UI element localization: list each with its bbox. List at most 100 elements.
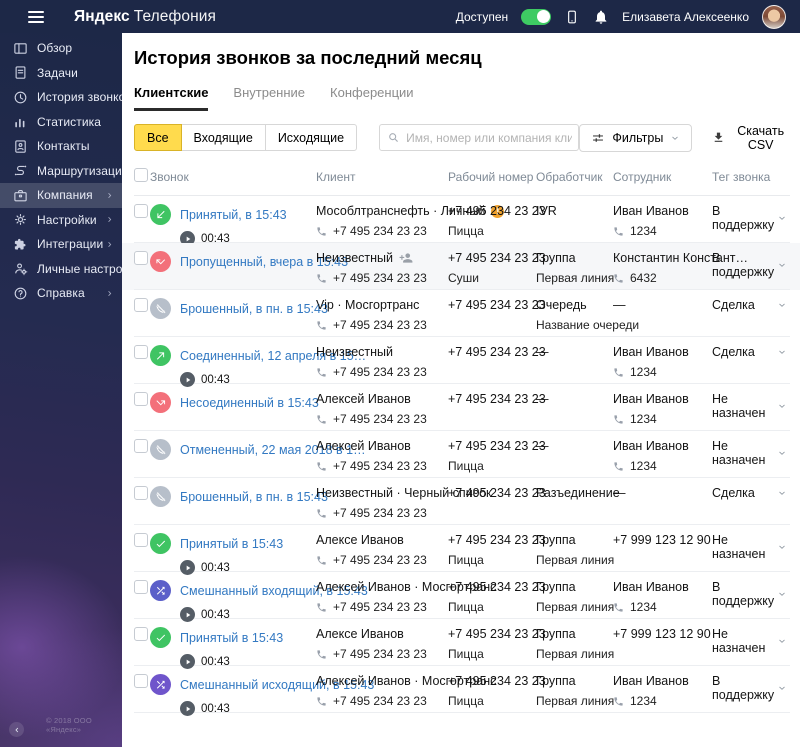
tab-internal[interactable]: Внутренние	[233, 85, 305, 111]
tag-value: В поддержку	[712, 580, 775, 608]
row-checkbox[interactable]	[134, 439, 148, 453]
sidebar-item-settings[interactable]: Настройки	[0, 208, 122, 233]
notifications-bell-icon[interactable]	[593, 9, 609, 25]
sidebar-item-label: Контакты	[37, 139, 90, 154]
puzzle-icon	[13, 237, 28, 252]
logo[interactable]: Яндекс Телефония	[74, 8, 216, 26]
sidebar-item-personal-settings[interactable]: Личные настройки	[0, 257, 122, 282]
employee-extension: 1234	[630, 365, 657, 379]
tag-dropdown[interactable]: В поддержку	[712, 251, 790, 279]
help-icon	[13, 286, 28, 301]
client-name: Алексе Иванов	[316, 627, 404, 641]
routing-icon	[13, 163, 28, 178]
sidebar-item-tasks[interactable]: Задачи	[0, 61, 122, 86]
filters-button[interactable]: Фильтры	[579, 123, 693, 152]
sidebar-item-company[interactable]: Компания	[0, 183, 122, 208]
segment-button[interactable]: Исходящие	[264, 124, 358, 151]
client-phone: +7 495 234 23 23	[333, 694, 427, 708]
row-checkbox[interactable]	[134, 674, 148, 688]
row-checkbox[interactable]	[134, 251, 148, 265]
main-content: История звонков за последний месяц Клиен…	[122, 33, 800, 747]
check-icon	[150, 627, 171, 648]
work-number: +7 495 234 23 23	[448, 580, 546, 594]
row-checkbox[interactable]	[134, 392, 148, 406]
collapse-sidebar-button[interactable]	[9, 722, 24, 737]
avatar[interactable]	[762, 4, 786, 29]
user-name[interactable]: Елизавета Алексеенко	[622, 10, 749, 24]
row-checkbox[interactable]	[134, 533, 148, 547]
tag-dropdown[interactable]: Не назначен	[712, 439, 790, 467]
tag-dropdown[interactable]: В поддержку	[712, 204, 790, 232]
table-row: Брошенный, в пн. в 15:43 Vip · Мосгортра…	[134, 290, 790, 337]
row-checkbox[interactable]	[134, 627, 148, 641]
work-number-label: Пицца	[448, 600, 484, 614]
tag-dropdown[interactable]: Сделка	[712, 298, 790, 312]
sidebar-footer: © 2018 ООО «Яндекс»	[0, 716, 122, 739]
work-number-label: Пицца	[448, 459, 484, 473]
employee-extension: 1234	[630, 459, 657, 473]
tab-conference[interactable]: Конференции	[330, 85, 414, 111]
phone-icon	[613, 602, 624, 613]
call-title-link[interactable]: Несоединенный в 15:43	[180, 396, 319, 410]
sidebar-item-overview[interactable]: Обзор	[0, 36, 122, 61]
device-icon[interactable]	[564, 9, 580, 25]
call-missed-out-icon	[150, 392, 171, 413]
tag-dropdown[interactable]: Сделка	[712, 345, 790, 359]
table-row: Принятый, в 15:43 00:43 Мособлтранснефть…	[134, 196, 790, 246]
work-number: +7 495 234 23 23	[448, 486, 546, 500]
tag-dropdown[interactable]: Не назначен	[712, 392, 790, 420]
chevron-down-icon	[777, 347, 787, 357]
copyright: © 2018 ООО «Яндекс»	[46, 716, 92, 734]
handler-sub: Первая линия	[536, 553, 615, 567]
topbar-right: Доступен Елизавета Алексеенко	[456, 4, 786, 29]
call-title-link[interactable]: Принятый в 15:43	[180, 631, 283, 645]
phone-icon	[613, 696, 624, 707]
row-checkbox[interactable]	[134, 486, 148, 500]
tag-dropdown[interactable]: В поддержку	[712, 674, 790, 702]
segment-button[interactable]: Входящие	[180, 124, 266, 151]
sidebar-item-integrations[interactable]: Интеграции	[0, 232, 122, 257]
row-checkbox[interactable]	[134, 345, 148, 359]
handler: Группа	[536, 580, 576, 594]
work-number-label: Пицца	[448, 224, 484, 238]
chevron-down-icon	[777, 401, 787, 411]
segment-button[interactable]: Все	[134, 124, 182, 151]
employee-name: Константин Констант…	[613, 251, 748, 265]
client-phone: +7 495 234 23 23	[333, 647, 427, 661]
employee-name: Иван Иванов	[613, 439, 689, 453]
tag-dropdown[interactable]: Не назначен	[712, 627, 790, 655]
tag-dropdown[interactable]: В поддержку	[712, 580, 790, 608]
row-checkbox[interactable]	[134, 204, 148, 218]
select-all-checkbox[interactable]	[134, 168, 148, 182]
sidebar-item-statistics[interactable]: Статистика	[0, 110, 122, 135]
call-title-link[interactable]: Принятый, в 15:43	[180, 208, 287, 222]
search-box	[379, 124, 580, 151]
sidebar-item-contacts[interactable]: Контакты	[0, 134, 122, 159]
phone-icon	[316, 649, 327, 660]
column-header-tag: Тег звонка	[712, 169, 771, 184]
row-checkbox[interactable]	[134, 298, 148, 312]
tag-dropdown[interactable]: Не назначен	[712, 533, 790, 561]
phone-icon	[316, 273, 327, 284]
phone-icon	[613, 273, 624, 284]
employee-name: +7 999 123 12 90	[613, 533, 711, 547]
tag-dropdown[interactable]: Сделка	[712, 486, 790, 500]
tab-client[interactable]: Клиентские	[134, 85, 209, 111]
sidebar-item-routing[interactable]: Маршрутизация	[0, 159, 122, 184]
call-title-link[interactable]: Брошенный, в пн. в 15:43	[180, 302, 328, 316]
availability-toggle[interactable]	[521, 8, 552, 25]
menu-icon[interactable]	[28, 10, 44, 23]
table-body: Принятый, в 15:43 00:43 Мособлтранснефть…	[134, 196, 790, 716]
search-input[interactable]	[400, 130, 579, 145]
tag-value: Не назначен	[712, 627, 766, 655]
page-title: История звонков за последний месяц	[134, 47, 482, 68]
play-button[interactable]	[180, 701, 195, 716]
phone-icon	[316, 461, 327, 472]
client-phone: +7 495 234 23 23	[333, 271, 427, 285]
call-title-link[interactable]: Брошенный, в пн. в 15:43	[180, 490, 328, 504]
call-title-link[interactable]: Принятый в 15:43	[180, 537, 283, 551]
sidebar-item-call-history[interactable]: История звонков	[0, 85, 122, 110]
download-csv-button[interactable]: Скачать CSV	[712, 124, 790, 152]
sidebar-item-help[interactable]: Справка	[0, 281, 122, 306]
row-checkbox[interactable]	[134, 580, 148, 594]
